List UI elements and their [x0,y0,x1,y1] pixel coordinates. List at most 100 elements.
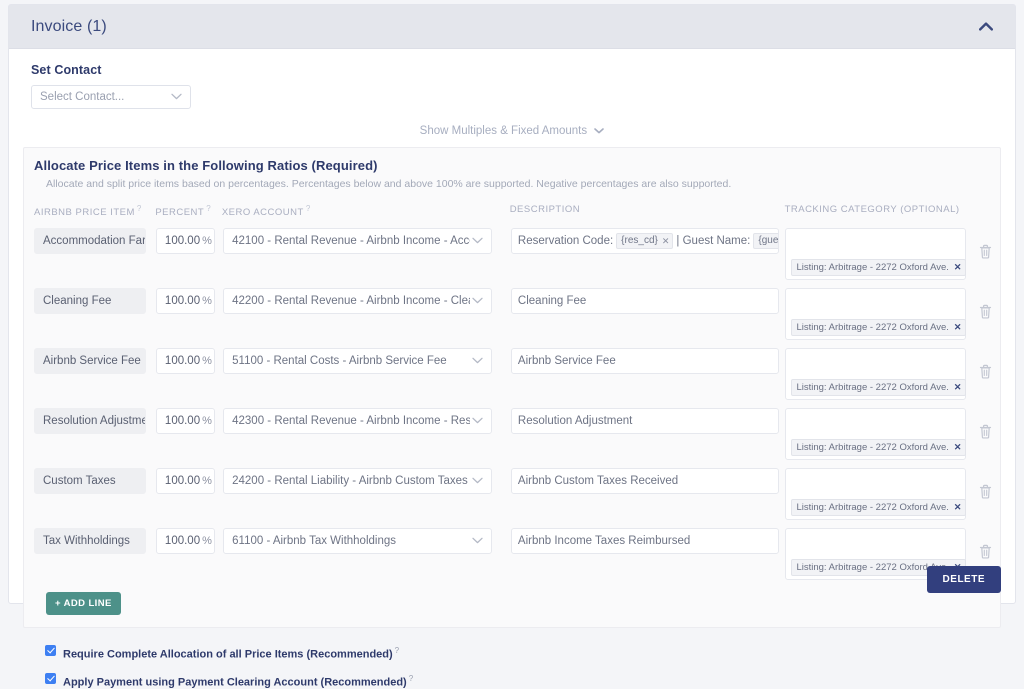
remove-tag-icon[interactable]: ✕ [954,441,962,454]
price-item-field: Airbnb Service Fee [34,348,146,375]
remove-tag-icon[interactable]: ✕ [954,321,962,334]
xero-account-select[interactable]: 42300 - Rental Revenue - Airbnb Income -… [223,408,492,435]
percent-value: 100.00 [164,475,201,488]
xero-account-select[interactable]: 42100 - Rental Revenue - Airbnb Income -… [223,228,492,255]
description-input[interactable]: Reservation Code: {res_cd} ✕ | Guest Name:{… [510,228,780,255]
description-value: Airbnb Income Taxes Reimbursed [517,535,691,548]
percent-value: 100.00 [164,295,201,308]
percent-input[interactable]: 100.00% [155,468,216,495]
delete-row-button[interactable] [972,238,1000,264]
tracking-category-tag: Listing: Arbitrage - 2272 Oxford Ave. ✕ [791,319,967,337]
add-line-button[interactable]: + ADD LINE [46,592,121,616]
description-input[interactable]: Airbnb Service Fee [510,348,780,375]
price-item-field: Tax Withholdings [34,528,146,555]
table-row: Custom Taxes 100.00% 24200 - Rental Liabil… [24,464,1000,524]
description-input[interactable]: Cleaning Fee [510,288,780,315]
tracking-category-cell: Listing: Arbitrage - 2272 Oxford Ave. ✕ [785,288,967,341]
tracking-category-select[interactable]: Listing: Arbitrage - 2272 Oxford Ave. ✕ [785,468,967,521]
price-item-field: Resolution Adjustment [34,408,146,435]
delete-row-button[interactable] [972,298,1000,324]
allocation-table-header: AIRBNB PRICE ITEM? PERCENT? XERO ACCOUNT… [24,190,1000,224]
description-token[interactable]: {res_cd} ✕ [616,233,674,250]
chevron-down-icon [472,355,483,367]
contact-select[interactable]: Select Contact... [31,85,191,109]
tracking-category-select[interactable]: Listing: Arbitrage - 2272 Oxford Ave. ✕ [785,408,967,461]
chevron-up-icon[interactable] [975,16,997,38]
description-input[interactable]: Resolution Adjustment [510,408,780,435]
allocation-rows: Accommodation Fare 100.00% 42100 - Rental … [24,224,1000,584]
option-row: Require Complete Allocation of all Price… [45,644,1015,662]
table-row: Tax Withholdings 100.00% 61100 - Airbnb Ta… [24,524,1000,584]
help-icon[interactable]: ? [409,674,413,683]
price-item-field: Cleaning Fee [34,288,146,315]
percent-input[interactable]: 100.00% [155,288,216,315]
help-icon[interactable]: ? [306,204,311,213]
tracking-category-cell: Listing: Arbitrage - 2272 Oxford Ave. ✕ [785,408,967,461]
option-label: Require Complete Allocation of all Price… [63,644,399,662]
option-checkbox[interactable] [45,645,56,657]
percent-sign: % [202,295,212,308]
delete-row-button[interactable] [972,358,1000,384]
column-header-description: DESCRIPTION [509,204,581,215]
options-list: Require Complete Allocation of all Price… [9,628,1015,689]
option-label-text: Apply Payment using Payment Clearing Acc… [63,676,407,689]
help-icon[interactable]: ? [395,646,399,655]
tracking-category-tag: Listing: Arbitrage - 2272 Oxford Ave. ✕ [791,259,967,277]
tracking-category-select[interactable]: Listing: Arbitrage - 2272 Oxford Ave. ✕ [785,288,967,341]
delete-row-button[interactable] [972,538,1000,564]
description-value: Airbnb Custom Taxes Received [517,475,679,488]
description-value: Airbnb Service Fee [517,355,616,368]
description-input[interactable]: Airbnb Income Taxes Reimbursed [510,528,780,555]
description-text: Reservation Code: [517,235,614,248]
remove-tag-icon[interactable]: ✕ [954,501,962,514]
description-token-label: {guest_name} [758,235,779,247]
chevron-down-icon [472,535,483,547]
percent-value: 100.00 [164,235,201,248]
chevron-down-icon [594,126,605,137]
xero-account-value: 51100 - Rental Costs - Airbnb Service Fe… [232,355,447,368]
option-label-text: Require Complete Allocation of all Price… [63,648,393,661]
contact-select-value: Select Contact... [40,91,125,103]
delete-row-button[interactable] [972,418,1000,444]
description-input[interactable]: Airbnb Custom Taxes Received [510,468,780,495]
percent-sign: % [202,415,212,428]
percent-value: 100.00 [164,355,201,368]
percent-input[interactable]: 100.00% [155,408,216,435]
percent-input[interactable]: 100.00% [155,528,216,555]
help-icon[interactable]: ? [206,204,211,213]
delete-button[interactable]: DELETE [926,566,1001,593]
description-token[interactable]: {guest_name}✕ [753,233,779,250]
table-row: Resolution Adjustment 100.00% 42300 - Rent… [24,404,1000,464]
allocation-title: Allocate Price Items in the Following Ra… [34,158,378,173]
column-header-xero-account: XERO ACCOUNT? [221,204,311,219]
description-value: Resolution Adjustment [517,415,633,428]
xero-account-select[interactable]: 24200 - Rental Liability - Airbnb Custom… [223,468,492,495]
option-row: Apply Payment using Payment Clearing Acc… [45,672,1015,689]
set-contact-label: Set Contact [31,63,102,77]
remove-tag-icon[interactable]: ✕ [954,261,962,274]
table-row: Accommodation Fare 100.00% 42100 - Rental … [24,224,1000,284]
remove-tag-icon[interactable]: ✕ [954,381,962,394]
invoice-card-header[interactable]: Invoice (1) [9,5,1015,49]
percent-input[interactable]: 100.00% [155,348,216,375]
percent-input[interactable]: 100.00% [155,228,216,255]
chevron-down-icon [171,91,182,103]
add-line-wrapper: + ADD LINE [24,584,1000,616]
price-item-field: Custom Taxes [34,468,146,495]
description-text: | Guest Name: [676,235,751,248]
xero-account-select[interactable]: 61100 - Airbnb Tax Withholdings [223,528,492,555]
show-multiples-toggle[interactable]: Show Multiples & Fixed Amounts [420,125,605,137]
percent-value: 100.00 [164,415,201,428]
tracking-category-select[interactable]: Listing: Arbitrage - 2272 Oxford Ave. ✕ [785,348,967,401]
column-header-tracking-category: TRACKING CATEGORY (OPTIONAL) [784,204,960,215]
remove-token-icon[interactable]: ✕ [662,235,670,247]
xero-account-select[interactable]: 42200 - Rental Revenue - Airbnb Income -… [223,288,492,315]
xero-account-value: 42200 - Rental Revenue - Airbnb Income -… [232,295,470,308]
delete-row-button[interactable] [972,478,1000,504]
tracking-category-select[interactable]: Listing: Arbitrage - 2272 Oxford Ave. ✕ [785,228,967,281]
xero-account-select[interactable]: 51100 - Rental Costs - Airbnb Service Fe… [223,348,492,375]
percent-sign: % [202,535,212,548]
tracking-category-tag: Listing: Arbitrage - 2272 Oxford Ave. ✕ [791,379,967,397]
option-checkbox[interactable] [45,672,56,684]
help-icon[interactable]: ? [137,204,142,213]
